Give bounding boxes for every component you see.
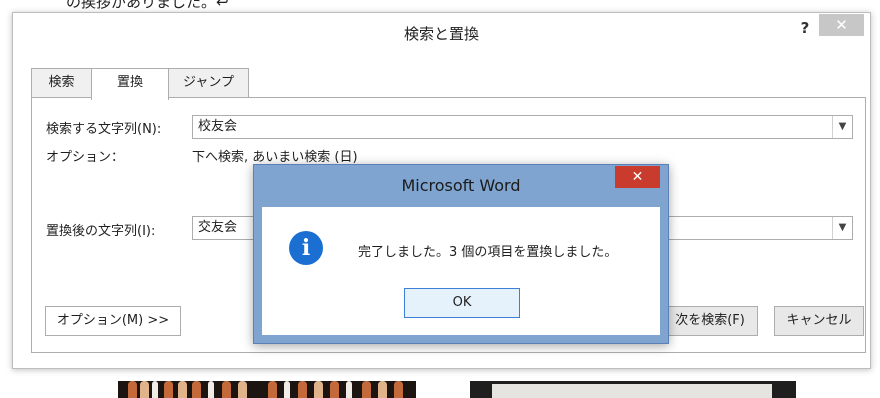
tab-goto[interactable]: ジャンプ	[168, 68, 249, 98]
replace-input-value: 交友会	[198, 220, 238, 235]
more-options-button[interactable]: オプション(M) >>	[45, 306, 181, 336]
document-photo-right	[470, 381, 796, 398]
find-input[interactable]: 校友会 ▼	[192, 115, 853, 139]
info-icon: i	[289, 231, 323, 265]
message-box-title: Microsoft Word	[401, 176, 521, 195]
dialog-close-button[interactable]: ✕	[819, 14, 864, 36]
dialog-title: 検索と置換	[403, 25, 479, 43]
cancel-button[interactable]: キャンセル	[774, 306, 864, 336]
document-text: の挨拶がありました。↩	[66, 0, 229, 11]
chevron-down-icon[interactable]: ▼	[832, 116, 852, 138]
options-value: 下へ検索, あいまい検索 (日)	[192, 150, 358, 165]
find-next-button[interactable]: 次を検索(F)	[662, 306, 758, 336]
replace-label: 置換後の文字列(I):	[46, 224, 156, 239]
find-label: 検索する文字列(N):	[46, 122, 162, 137]
tab-find[interactable]: 検索	[31, 68, 92, 98]
message-text: 完了しました。3 個の項目を置換しました。	[358, 245, 618, 260]
tab-replace[interactable]: 置換	[91, 68, 169, 100]
help-button[interactable]: ?	[794, 17, 816, 39]
ok-button[interactable]: OK	[404, 288, 520, 318]
word-message-box: Microsoft Word ✕ i 完了しました。3 個の項目を置換しました。…	[253, 164, 669, 344]
document-photo-left	[118, 381, 416, 398]
chevron-down-icon[interactable]: ▼	[832, 217, 852, 239]
options-label: オプション：	[46, 150, 125, 165]
find-input-value: 校友会	[198, 119, 238, 134]
message-box-body: i 完了しました。3 個の項目を置換しました。 OK	[262, 207, 660, 335]
message-box-close-button[interactable]: ✕	[615, 166, 660, 188]
